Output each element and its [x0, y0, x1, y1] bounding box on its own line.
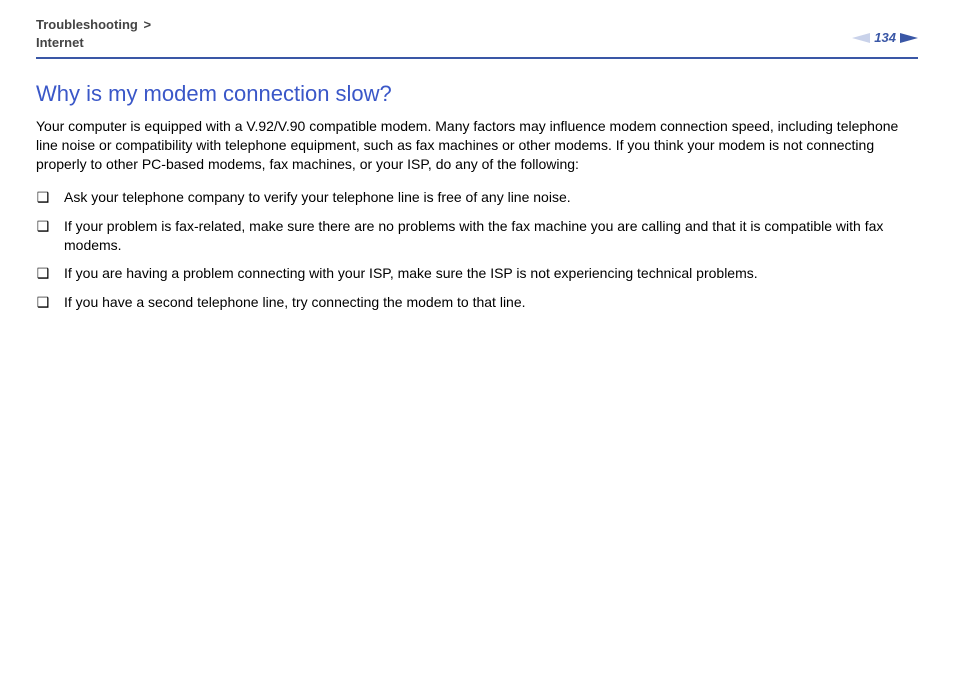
breadcrumb-section: Troubleshooting: [36, 17, 138, 32]
breadcrumb-subsection: Internet: [36, 34, 153, 52]
list-item: ❑ If your problem is fax-related, make s…: [36, 217, 918, 255]
bullet-icon: ❑: [36, 217, 50, 236]
page-number: 134: [874, 30, 896, 45]
list-item: ❑ Ask your telephone company to verify y…: [36, 188, 918, 207]
page-header: Troubleshooting > Internet 134: [36, 0, 918, 57]
bullet-text: Ask your telephone company to verify you…: [64, 188, 918, 207]
next-page-arrow-icon[interactable]: [900, 33, 918, 43]
bullet-text: If you are having a problem connecting w…: [64, 264, 918, 283]
document-page: Troubleshooting > Internet 134 Why is my…: [0, 0, 954, 674]
breadcrumb: Troubleshooting > Internet: [36, 16, 153, 51]
bullet-text: If your problem is fax-related, make sur…: [64, 217, 918, 255]
page-title: Why is my modem connection slow?: [36, 81, 918, 107]
bullet-text: If you have a second telephone line, try…: [64, 293, 918, 312]
bullet-icon: ❑: [36, 264, 50, 283]
bullet-list: ❑ Ask your telephone company to verify y…: [36, 188, 918, 312]
page-content: Why is my modem connection slow? Your co…: [36, 81, 918, 312]
bullet-icon: ❑: [36, 188, 50, 207]
intro-paragraph: Your computer is equipped with a V.92/V.…: [36, 117, 918, 174]
list-item: ❑ If you have a second telephone line, t…: [36, 293, 918, 312]
bullet-icon: ❑: [36, 293, 50, 312]
page-number-nav: 134: [852, 30, 918, 45]
list-item: ❑ If you are having a problem connecting…: [36, 264, 918, 283]
breadcrumb-separator: >: [143, 17, 151, 32]
header-divider: [36, 57, 918, 59]
prev-page-arrow-icon[interactable]: [852, 33, 870, 43]
